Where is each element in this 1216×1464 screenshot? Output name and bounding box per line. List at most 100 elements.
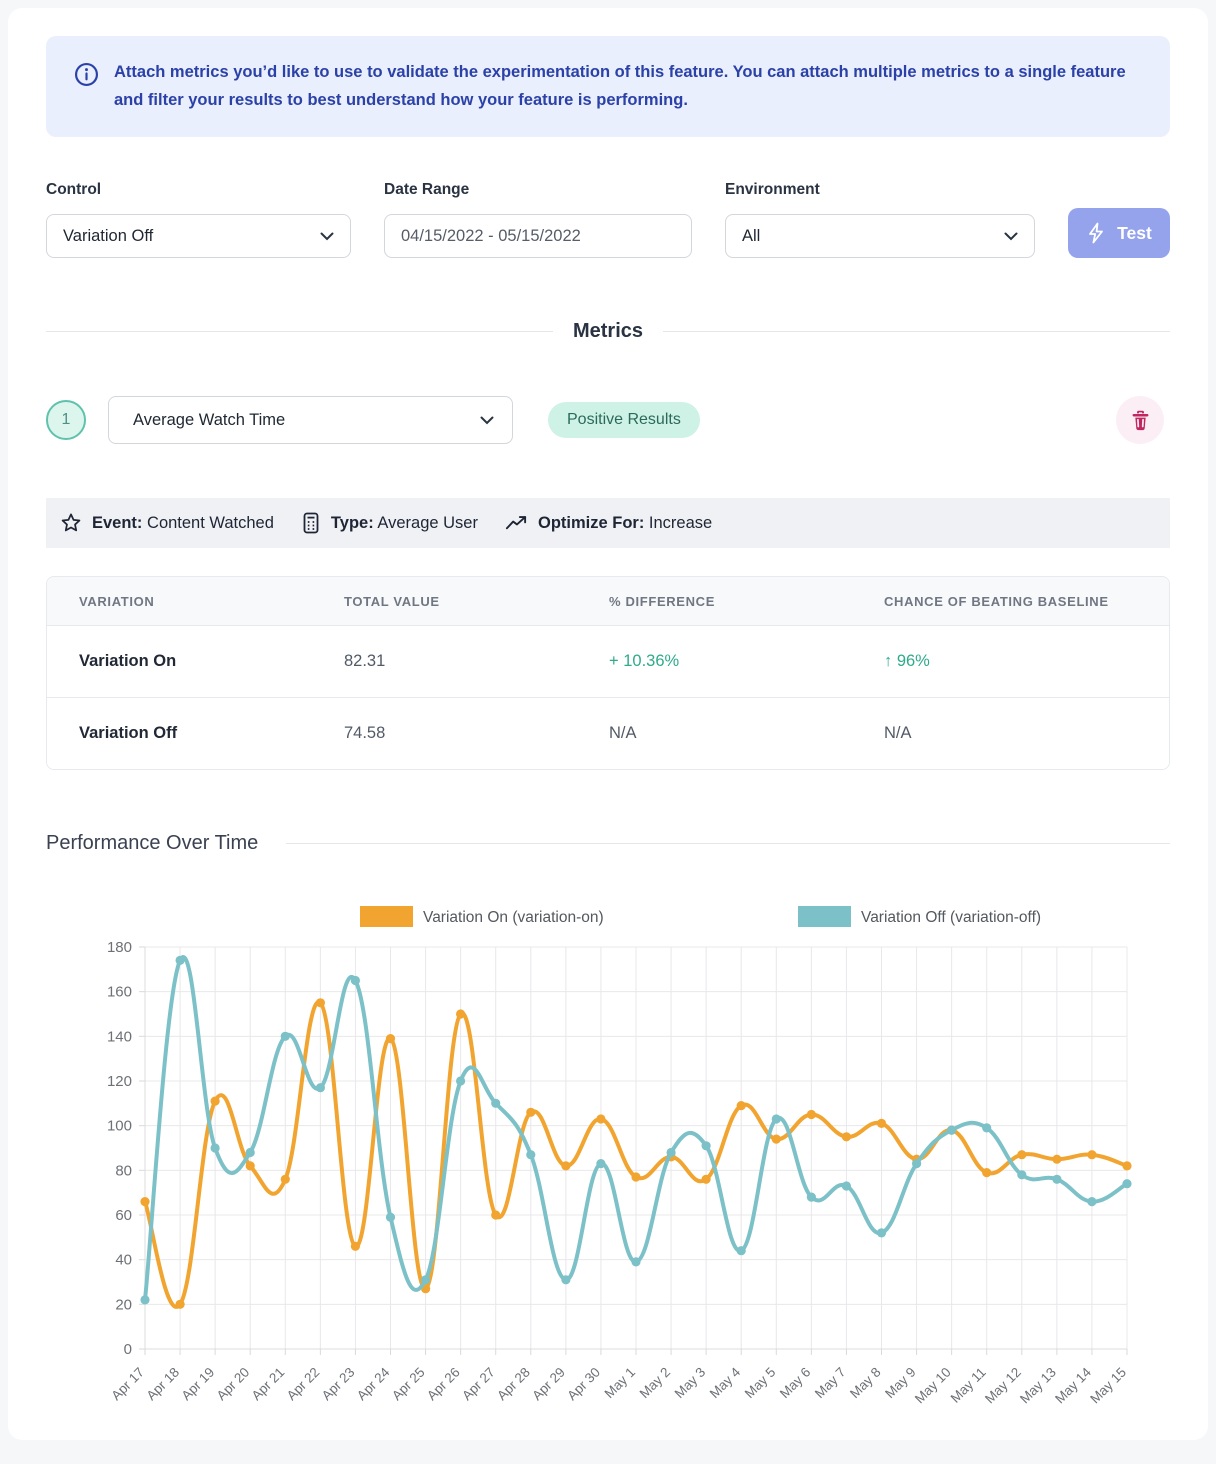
trending-up-icon xyxy=(505,515,528,531)
data-point xyxy=(947,1126,956,1135)
data-point xyxy=(1087,1150,1096,1159)
x-axis-tick: May 13 xyxy=(1017,1365,1059,1407)
data-point xyxy=(702,1141,711,1150)
data-point xyxy=(737,1246,746,1255)
y-axis-tick: 140 xyxy=(107,1028,132,1045)
data-point xyxy=(1087,1197,1096,1206)
legend-swatch xyxy=(360,906,413,927)
data-point xyxy=(351,976,360,985)
metrics-section-title: Metrics xyxy=(553,320,663,343)
lightning-bolt-icon xyxy=(1086,222,1106,244)
y-axis-tick: 0 xyxy=(124,1341,132,1358)
metric-summary-bar: Event: Content Watched Type: Average Use… xyxy=(46,498,1170,548)
x-axis-tick: Apr 24 xyxy=(354,1364,393,1403)
legend-item[interactable]: Variation On (variation-on) xyxy=(360,906,604,927)
feature-metrics-panel: Attach metrics you’d like to use to vali… xyxy=(8,8,1208,1440)
metrics-section-divider: Metrics xyxy=(46,320,1170,343)
data-point xyxy=(211,1097,220,1106)
data-point xyxy=(982,1168,991,1177)
date-range-label: Date Range xyxy=(384,181,692,199)
results-table: VARIATIONTOTAL VALUE% DIFFERENCECHANCE O… xyxy=(46,576,1170,770)
data-point xyxy=(667,1148,676,1157)
data-point xyxy=(737,1101,746,1110)
data-point xyxy=(877,1119,886,1128)
table-row: Variation On82.31+ 10.36%↑ 96% xyxy=(47,626,1169,697)
performance-title: Performance Over Time xyxy=(46,832,258,855)
x-axis-tick: May 4 xyxy=(707,1364,744,1401)
environment-filter: Environment All xyxy=(725,181,1035,258)
data-point xyxy=(877,1228,886,1237)
x-axis-tick: Apr 21 xyxy=(249,1365,288,1404)
chevron-down-icon xyxy=(320,232,334,241)
x-axis-tick: Apr 26 xyxy=(424,1365,463,1404)
chevron-down-icon xyxy=(1004,232,1018,241)
type-value: Average User xyxy=(377,514,478,532)
type-summary: Type: Average User xyxy=(301,512,478,534)
y-axis-tick: 120 xyxy=(107,1073,132,1090)
data-point xyxy=(1017,1150,1026,1159)
data-point xyxy=(1052,1175,1061,1184)
difference-value: + 10.36% xyxy=(609,652,884,671)
column-header: TOTAL VALUE xyxy=(344,594,609,609)
data-point xyxy=(140,1197,149,1206)
y-axis-tick: 40 xyxy=(115,1252,132,1269)
event-value: Content Watched xyxy=(147,514,274,532)
x-axis-tick: Apr 17 xyxy=(108,1365,147,1404)
legend-label: Variation On (variation-on) xyxy=(423,909,604,926)
data-point xyxy=(281,1032,290,1041)
legend-label: Variation Off (variation-off) xyxy=(861,909,1041,926)
data-point xyxy=(842,1181,851,1190)
y-axis-tick: 100 xyxy=(107,1118,132,1135)
x-axis-tick: May 10 xyxy=(912,1365,954,1407)
data-point xyxy=(456,1076,465,1085)
event-summary: Event: Content Watched xyxy=(60,512,274,534)
x-axis-tick: Apr 23 xyxy=(319,1365,358,1404)
x-axis-tick: May 6 xyxy=(777,1365,814,1402)
filters-row: Control Variation Off Date Range 04/15/2… xyxy=(46,181,1170,258)
metric-index-badge: 1 xyxy=(46,400,86,440)
x-axis-tick: May 15 xyxy=(1087,1365,1129,1407)
variation-name: Variation Off xyxy=(47,724,344,743)
data-point xyxy=(596,1159,605,1168)
data-point xyxy=(772,1114,781,1123)
environment-select[interactable]: All xyxy=(725,214,1035,258)
table-body: Variation On82.31+ 10.36%↑ 96% Variation … xyxy=(47,626,1169,769)
control-filter: Control Variation Off xyxy=(46,181,351,258)
data-point xyxy=(561,1161,570,1170)
data-point xyxy=(316,998,325,1007)
y-axis-tick: 160 xyxy=(107,984,132,1001)
data-point xyxy=(386,1213,395,1222)
star-icon xyxy=(60,512,82,534)
data-point xyxy=(631,1172,640,1181)
data-point xyxy=(702,1175,711,1184)
y-axis-tick: 20 xyxy=(115,1296,132,1313)
date-range-input[interactable]: 04/15/2022 - 05/15/2022 xyxy=(384,214,692,258)
calculator-icon xyxy=(301,512,321,534)
control-select[interactable]: Variation Off xyxy=(46,214,351,258)
column-header: CHANCE OF BEATING BASELINE xyxy=(884,594,1169,609)
info-banner: Attach metrics you’d like to use to vali… xyxy=(46,36,1170,137)
difference-value: N/A xyxy=(609,724,884,743)
x-axis-tick: Apr 20 xyxy=(214,1365,253,1404)
metric-select[interactable]: Average Watch Time xyxy=(108,396,513,444)
data-point xyxy=(1052,1155,1061,1164)
type-label: Type: xyxy=(331,514,374,532)
test-button[interactable]: Test xyxy=(1068,208,1170,258)
environment-select-value: All xyxy=(742,227,1004,246)
x-axis-tick: May 3 xyxy=(672,1365,709,1402)
column-header: % DIFFERENCE xyxy=(609,594,884,609)
x-axis-tick: Apr 27 xyxy=(459,1365,498,1404)
control-select-value: Variation Off xyxy=(63,227,320,246)
y-axis-tick: 60 xyxy=(115,1207,132,1224)
data-point xyxy=(982,1123,991,1132)
total-value: 82.31 xyxy=(344,652,609,671)
data-point xyxy=(1122,1179,1131,1188)
performance-section-header: Performance Over Time xyxy=(46,832,1170,855)
metric-select-value: Average Watch Time xyxy=(133,411,480,430)
delete-metric-button[interactable] xyxy=(1116,396,1164,444)
legend-item[interactable]: Variation Off (variation-off) xyxy=(798,906,1041,927)
table-header-row: VARIATIONTOTAL VALUE% DIFFERENCECHANCE O… xyxy=(47,577,1169,626)
x-axis-tick: May 8 xyxy=(847,1365,884,1402)
data-point xyxy=(526,1150,535,1159)
data-point xyxy=(491,1099,500,1108)
